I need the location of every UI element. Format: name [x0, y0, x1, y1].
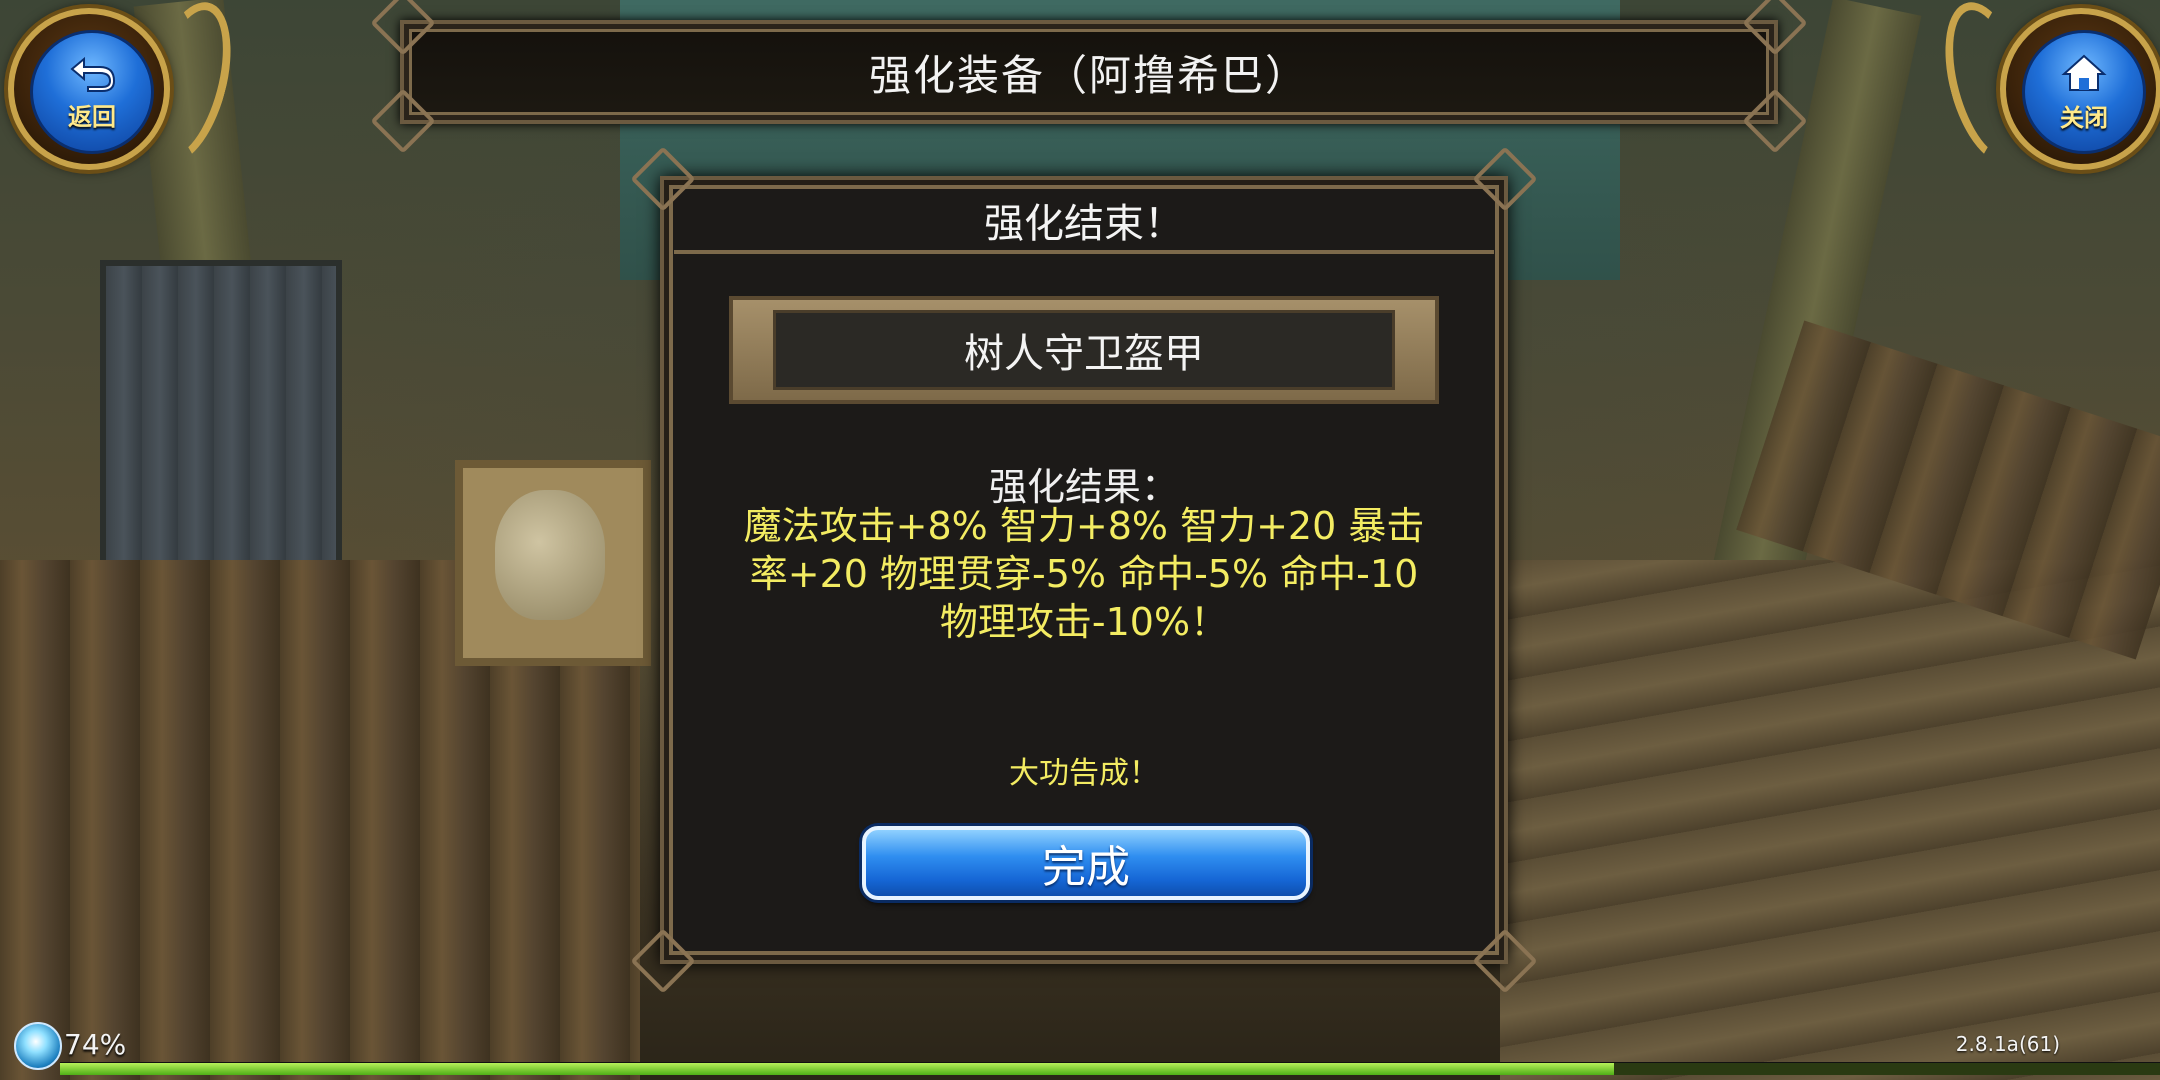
home-icon: [2060, 52, 2108, 94]
corner-ornament: [1742, 88, 1808, 154]
close-label: 关闭: [2060, 103, 2108, 132]
close-button-face: 关闭: [2022, 30, 2146, 154]
battery-text: 74%: [64, 1028, 127, 1061]
result-line: 率+20 物理贯穿-5% 命中-5% 命中-10: [749, 552, 1419, 596]
back-button[interactable]: 返回: [8, 8, 170, 170]
item-name-frame: 树人守卫盔甲: [729, 296, 1439, 404]
back-label: 返回: [68, 102, 116, 131]
item-name-panel: 树人守卫盔甲: [773, 310, 1395, 390]
orb-icon: [14, 1022, 62, 1070]
result-details: 魔法攻击+8% 智力+8% 智力+20 暴击 率+20 物理贯穿-5% 命中-5…: [694, 502, 1474, 646]
version-label: 2.8.1a(61): [1955, 1032, 2060, 1056]
result-line: 物理攻击-10%！: [939, 600, 1229, 644]
result-line: 魔法攻击+8% 智力+8% 智力+20 暴击: [743, 504, 1425, 548]
enhance-result-dialog: 强化结束！ 树人守卫盔甲 强化结果： 魔法攻击+8% 智力+8% 智力+20 暴…: [630, 146, 1538, 994]
game-scene: 返回 关闭 强化装备（阿撸希巴） 强化结束！ 树人守卫盔甲 强化结果： 魔法攻击…: [0, 0, 2160, 1080]
corner-ornament: [370, 0, 436, 56]
done-button-label: 完成: [1042, 842, 1130, 893]
dialog-title: 强化结束！: [984, 201, 1184, 247]
return-arrow-icon: [66, 53, 118, 93]
dialog-header: 强化结束！: [674, 190, 1494, 254]
progress-fill: [60, 1063, 1614, 1075]
background-sack: [495, 490, 605, 620]
background-door: [100, 260, 342, 602]
progress-bar: [60, 1062, 2160, 1075]
success-message: 大功告成！: [1009, 756, 1159, 791]
item-name: 树人守卫盔甲: [964, 331, 1204, 377]
page-title: 强化装备（阿撸希巴）: [868, 50, 1309, 100]
corner-ornament: [370, 88, 436, 154]
corner-ornament: [630, 928, 696, 994]
corner-ornament: [1742, 0, 1808, 56]
title-bar: 强化装备（阿撸希巴）: [370, 0, 1808, 154]
background-floor: [1500, 560, 2160, 1080]
back-button-face: 返回: [30, 30, 154, 154]
done-button[interactable]: 完成: [862, 826, 1310, 900]
